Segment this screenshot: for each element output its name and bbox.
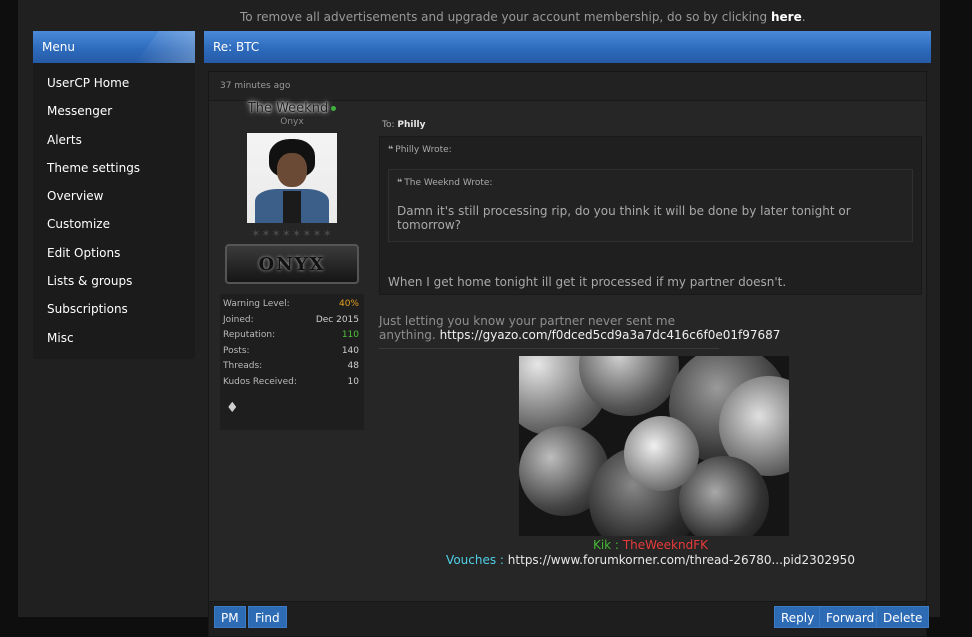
avatar[interactable]: [247, 133, 337, 223]
signature-image: [519, 356, 789, 536]
stat-posts: Posts: 140: [223, 344, 359, 360]
menu-item-messenger[interactable]: Messenger: [33, 97, 195, 125]
kik-label: Kik :: [592, 538, 619, 552]
stat-value: Dec 2015: [315, 314, 359, 325]
author-name-text[interactable]: The Weeknd: [248, 101, 328, 116]
quote-icon: ❝: [397, 178, 403, 188]
usercp-menu: Menu UserCP Home Messenger Alerts Theme …: [33, 31, 195, 359]
stat-reputation: Reputation: 110: [223, 328, 359, 344]
inner-quote-author: The Weeknd Wrote:: [404, 178, 493, 188]
menu-item-alerts[interactable]: Alerts: [33, 126, 195, 154]
post-message: Just letting you know your partner never…: [379, 314, 922, 342]
author-stats: Warning Level: 40% Joined: Dec 2015 Reputa…: [220, 294, 364, 430]
kik-value: TheWeekndFK: [622, 538, 709, 552]
reply-button[interactable]: Reply: [774, 606, 822, 628]
inner-quote: ❝ The Weeknd Wrote: Damn it's still proce…: [388, 169, 913, 242]
upgrade-notice: To remove all advertisements and upgrade…: [240, 10, 806, 24]
notice-link[interactable]: here: [771, 10, 802, 24]
menu-item-theme-settings[interactable]: Theme settings: [33, 154, 195, 182]
stat-value: 48: [347, 361, 359, 371]
outer-quote-author: Philly Wrote:: [395, 145, 452, 155]
stat-label: Posts:: [223, 345, 250, 356]
stat-warning-level: Warning Level: 40%: [223, 297, 359, 313]
pm-button[interactable]: PM: [214, 606, 246, 628]
post-date: 37 minutes ago: [209, 72, 926, 101]
menu-item-subscriptions[interactable]: Subscriptions: [33, 295, 195, 323]
author-name[interactable]: The Weeknd: [220, 101, 364, 116]
rank-badge: ONYX: [225, 244, 359, 284]
find-button[interactable]: Find: [248, 606, 287, 628]
vouches-line: Vouches : https://www.forumkorner.com/th…: [379, 553, 922, 568]
signature-divider: [379, 348, 719, 349]
post-actions: PM Find Reply Forward Delete: [209, 601, 930, 636]
message-line-2: anything.: [379, 328, 436, 342]
menu-header: Menu: [33, 31, 195, 63]
stat-label: Warning Level:: [223, 299, 290, 309]
stat-kudos: Kudos Received: 10: [223, 375, 359, 391]
to-user[interactable]: Philly: [397, 120, 425, 130]
outer-quote-head: ❝ Philly Wrote:: [380, 137, 921, 155]
stat-value: 10: [347, 376, 359, 387]
balloon-shape: [624, 416, 699, 491]
quote-icon: ❝: [388, 145, 394, 155]
message-line-1: Just letting you know your partner never…: [379, 314, 675, 328]
thread-title: Re: BTC: [204, 31, 931, 63]
stat-label: Threads:: [223, 361, 263, 371]
author-panel: The Weeknd Onyx ✶✶✶✶✶✶✶✶ ONYX Warning Le…: [220, 101, 364, 430]
menu-item-edit-options[interactable]: Edit Options: [33, 239, 195, 267]
inner-quote-head: ❝ The Weeknd Wrote:: [389, 170, 912, 188]
menu-item-overview[interactable]: Overview: [33, 182, 195, 210]
avatar-face: [277, 153, 307, 187]
stat-value[interactable]: 40%: [339, 297, 359, 313]
signature: Kik : TheWeekndFK Vouches : https://www.…: [379, 538, 922, 568]
post-content: To: Philly ❝ Philly Wrote: ❝ The Weeknd Wr…: [379, 120, 922, 568]
kik-line: Kik : TheWeekndFK: [379, 538, 922, 553]
notice-text: To remove all advertisements and upgrade…: [240, 10, 771, 24]
rank-stars: ✶✶✶✶✶✶✶✶: [251, 227, 333, 240]
menu-item-customize[interactable]: Customize: [33, 210, 195, 238]
post: 37 minutes ago The Weeknd Onyx ✶✶✶✶✶✶✶✶ …: [208, 71, 930, 637]
post-recipient: To: Philly: [379, 120, 922, 130]
stat-label: Joined:: [223, 314, 254, 325]
diamond-icon: ♦: [226, 400, 239, 416]
stat-joined: Joined: Dec 2015: [223, 313, 359, 329]
menu-item-lists-groups[interactable]: Lists & groups: [33, 267, 195, 295]
stat-label: Reputation:: [223, 330, 276, 340]
stat-threads: Threads: 48: [223, 359, 359, 375]
menu-list: UserCP Home Messenger Alerts Theme setti…: [33, 63, 195, 352]
outer-quote: ❝ Philly Wrote: ❝ The Weeknd Wrote: Damn i…: [379, 136, 922, 295]
menu-item-misc[interactable]: Misc: [33, 324, 195, 352]
vouches-link[interactable]: https://www.forumkorner.com/thread-26780…: [508, 553, 855, 567]
notice-end: .: [801, 10, 806, 24]
vouches-label: Vouches :: [446, 553, 504, 567]
menu-item-usercp-home[interactable]: UserCP Home: [33, 69, 195, 97]
avatar-shirt: [283, 191, 301, 223]
gyazo-link[interactable]: https://gyazo.com/f0dced5cd9a3a7dc416c6f…: [440, 328, 781, 342]
outer-quote-text: When I get home tonight ill get it proce…: [388, 275, 787, 289]
stat-value: 140: [341, 345, 359, 356]
delete-button[interactable]: Delete: [876, 606, 930, 628]
forward-button[interactable]: Forward: [819, 606, 882, 628]
stat-value[interactable]: 110: [342, 328, 359, 344]
thread-panel: Re: BTC 37 minutes ago The Weeknd Onyx ✶…: [204, 31, 931, 637]
stat-label: Kudos Received:: [223, 376, 297, 387]
author-title: Onyx: [280, 117, 304, 127]
to-label: To:: [382, 120, 398, 130]
online-status-icon: [331, 106, 337, 111]
inner-quote-text: Damn it's still processing rip, do you t…: [397, 204, 851, 232]
